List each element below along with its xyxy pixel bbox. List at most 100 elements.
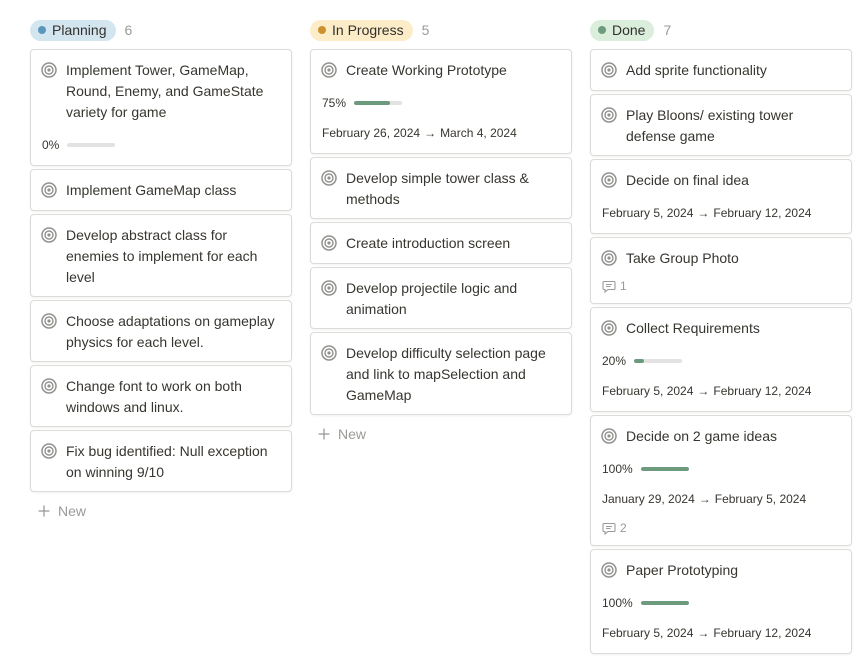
comment-count-value: 1 — [620, 279, 627, 293]
board-card[interactable]: Collect Requirements 20% February 5, 202… — [590, 307, 852, 412]
progress-bar — [634, 359, 683, 363]
new-label: New — [58, 503, 87, 519]
comment-count[interactable]: 2 — [602, 521, 627, 535]
board-card[interactable]: Develop difficulty selection page and li… — [310, 332, 572, 415]
board-card[interactable]: Implement GameMap class — [30, 169, 292, 211]
target-icon — [601, 107, 617, 123]
target-icon — [601, 428, 617, 444]
card-title: Implement GameMap class — [66, 182, 237, 198]
status-pill-done[interactable]: Done — [590, 19, 655, 41]
board-card[interactable]: Choose adaptations on gameplay physics f… — [30, 300, 292, 362]
date-start: January 29, 2024 — [602, 492, 695, 506]
progress-percent: 100% — [602, 596, 633, 610]
card-title: Add sprite functionality — [626, 62, 767, 78]
progress-percent: 20% — [602, 354, 627, 368]
progress-percent: 75% — [322, 96, 347, 110]
column-title: In Progress — [332, 21, 404, 38]
status-dot — [318, 26, 326, 34]
date-arrow: → — [697, 626, 710, 640]
target-icon — [601, 250, 617, 266]
progress-row: 100% — [602, 596, 689, 610]
date-range: February 5, 2024 → February 12, 2024 — [602, 384, 811, 398]
column-header-done: Done 7 — [590, 19, 671, 41]
date-arrow: → — [424, 126, 437, 140]
date-end: February 12, 2024 — [713, 206, 812, 220]
target-icon — [41, 443, 57, 459]
target-icon — [601, 320, 617, 336]
date-end: March 4, 2024 — [440, 126, 517, 140]
new-card-button[interactable]: New — [318, 426, 366, 442]
target-icon — [41, 313, 57, 329]
comment-count[interactable]: 1 — [602, 279, 627, 293]
card-title: Paper Prototyping — [626, 562, 739, 578]
comment-count-value: 2 — [620, 521, 627, 535]
board-card[interactable]: Paper Prototyping 100% February 5, 2024 … — [590, 549, 852, 654]
card-title: Decide on 2 game ideas — [626, 428, 777, 444]
target-icon — [601, 172, 617, 188]
date-range: January 29, 2024 → February 5, 2024 — [602, 492, 806, 506]
card-title: Change font to work on both windows and … — [66, 378, 242, 415]
board-card[interactable]: Decide on 2 game ideas 100% January 29, … — [590, 415, 852, 546]
board-card[interactable]: Take Group Photo 1 — [590, 237, 852, 304]
board-card[interactable]: Add sprite functionality — [590, 49, 852, 91]
board-card[interactable]: Implement Tower, GameMap, Round, Enemy, … — [30, 49, 292, 166]
comment-icon — [602, 279, 616, 293]
board-card[interactable]: Develop projectile logic and animation — [310, 267, 572, 329]
status-pill-in-progress[interactable]: In Progress — [310, 19, 413, 41]
card-title: Develop simple tower class & methods — [346, 170, 529, 207]
board-card[interactable]: Change font to work on both windows and … — [30, 365, 292, 427]
target-icon — [601, 562, 617, 578]
date-arrow: → — [697, 206, 710, 220]
board-card[interactable]: Create introduction screen — [310, 222, 572, 264]
status-dot — [598, 26, 606, 34]
card-title: Choose adaptations on gameplay physics f… — [66, 313, 275, 350]
board-card[interactable]: Develop abstract class for enemies to im… — [30, 214, 292, 297]
date-end: February 12, 2024 — [713, 384, 812, 398]
column-title: Done — [612, 21, 646, 38]
date-arrow: → — [698, 492, 711, 506]
target-icon — [41, 62, 57, 78]
new-card-button[interactable]: New — [38, 503, 86, 519]
target-icon — [321, 170, 337, 186]
board-card[interactable]: Play Bloons/ existing tower defense game — [590, 94, 852, 156]
column-count: 7 — [663, 22, 672, 38]
card-title: Develop projectile logic and animation — [346, 280, 518, 317]
card-title: Fix bug identified: Null exception on wi… — [66, 443, 268, 480]
card-title: Develop abstract class for enemies to im… — [66, 227, 258, 285]
card-title: Collect Requirements — [626, 320, 760, 336]
target-icon — [601, 62, 617, 78]
status-dot — [38, 26, 46, 34]
date-range: February 26, 2024 → March 4, 2024 — [322, 126, 517, 140]
status-pill-planning[interactable]: Planning — [30, 19, 116, 41]
card-title: Implement Tower, GameMap, Round, Enemy, … — [66, 62, 264, 120]
target-icon — [41, 227, 57, 243]
new-label: New — [338, 426, 367, 442]
card-title: Create introduction screen — [346, 235, 511, 251]
date-start: February 5, 2024 — [602, 206, 694, 220]
progress-bar — [67, 143, 116, 147]
card-title: Develop difficulty selection page and li… — [346, 345, 546, 403]
progress-row: 20% — [602, 354, 683, 368]
column-header-in-progress: In Progress 5 — [310, 19, 429, 41]
plus-icon — [318, 428, 330, 440]
board-card[interactable]: Fix bug identified: Null exception on wi… — [30, 430, 292, 492]
card-title: Take Group Photo — [626, 250, 739, 266]
progress-percent: 0% — [42, 138, 60, 152]
target-icon — [321, 280, 337, 296]
target-icon — [41, 182, 57, 198]
board-card[interactable]: Create Working Prototype 75% February 26… — [310, 49, 572, 154]
comment-icon — [602, 521, 616, 535]
column-title: Planning — [52, 21, 107, 38]
date-start: February 26, 2024 — [322, 126, 421, 140]
board-card[interactable]: Develop simple tower class & methods — [310, 157, 572, 219]
column-count: 6 — [124, 22, 133, 38]
date-end: February 12, 2024 — [713, 626, 812, 640]
board-card[interactable]: Decide on final idea February 5, 2024 → … — [590, 159, 852, 234]
column-count: 5 — [421, 22, 430, 38]
date-range: February 5, 2024 → February 12, 2024 — [602, 206, 811, 220]
target-icon — [41, 378, 57, 394]
date-range: February 5, 2024 → February 12, 2024 — [602, 626, 811, 640]
date-end: February 5, 2024 — [714, 492, 807, 506]
progress-bar — [354, 101, 403, 105]
progress-row: 100% — [602, 462, 689, 476]
